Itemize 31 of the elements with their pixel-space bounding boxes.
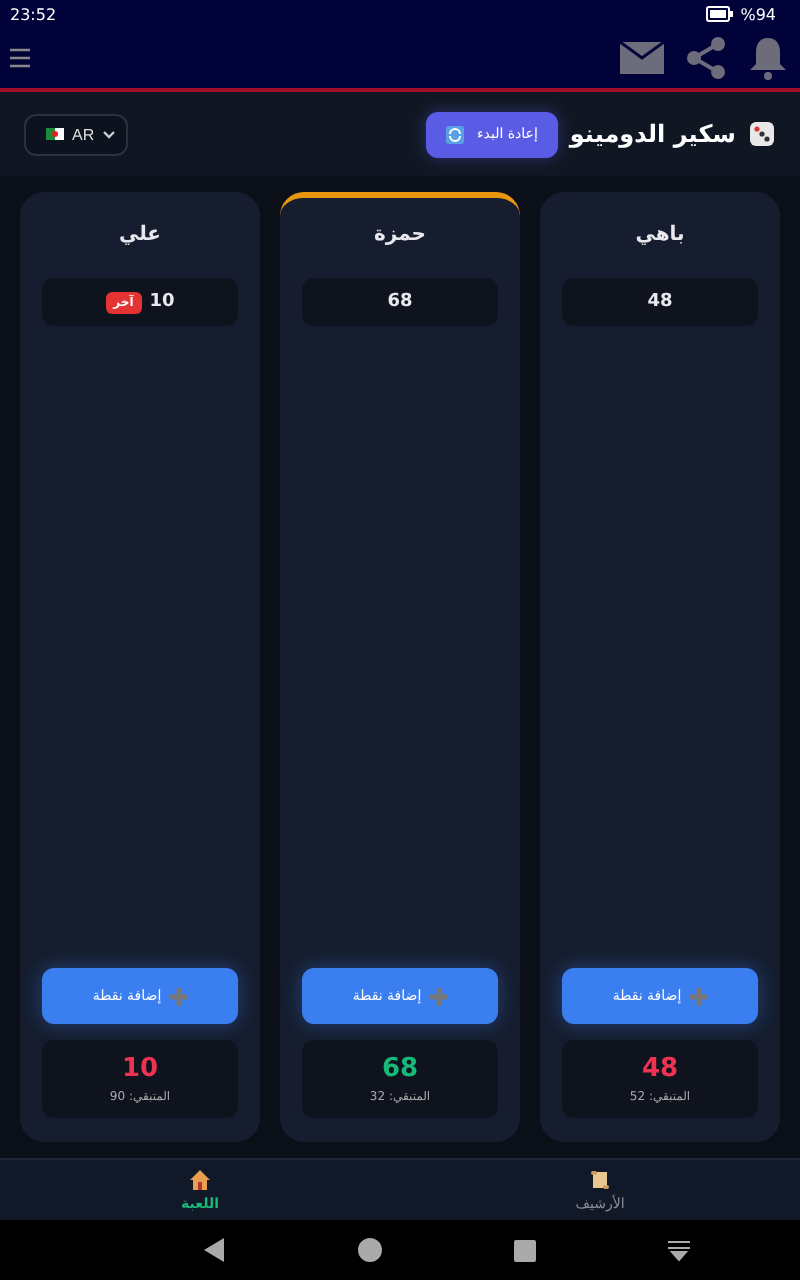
share-icon[interactable] — [684, 36, 728, 80]
plus-icon — [689, 987, 708, 1005]
total-score: 68 — [381, 1054, 419, 1084]
score-value: 48 — [647, 292, 673, 312]
total-score: 48 — [641, 1054, 679, 1084]
dice-icon — [748, 120, 776, 148]
bell-icon[interactable] — [748, 36, 788, 80]
flag-icon — [46, 128, 64, 140]
app-title: سكير الدومينو — [569, 120, 736, 148]
battery-icon — [706, 6, 735, 22]
status-time: 23:52 — [10, 5, 57, 23]
player-name: علي — [116, 224, 164, 246]
refresh-icon — [446, 125, 465, 143]
back-icon[interactable] — [202, 1238, 226, 1262]
keyboard-hide-icon[interactable] — [668, 1239, 690, 1261]
player-name: باهي — [633, 224, 687, 246]
battery-level: %94 — [740, 5, 776, 23]
chevron-down-icon — [102, 129, 117, 139]
plus-icon — [429, 987, 448, 1005]
language-select[interactable]: AR — [24, 113, 129, 155]
mail-icon[interactable] — [620, 42, 664, 74]
recents-icon[interactable] — [514, 1239, 536, 1261]
plus-icon — [169, 987, 188, 1005]
menu-icon[interactable] — [10, 48, 30, 68]
house-icon — [190, 1169, 210, 1189]
score-value: 68 — [387, 292, 413, 312]
score-value: 10 — [149, 292, 175, 312]
scroll-icon — [590, 1169, 610, 1189]
home-icon[interactable] — [358, 1238, 382, 1262]
player-name: حمزة — [371, 224, 429, 246]
total-score: 10 — [121, 1054, 159, 1084]
